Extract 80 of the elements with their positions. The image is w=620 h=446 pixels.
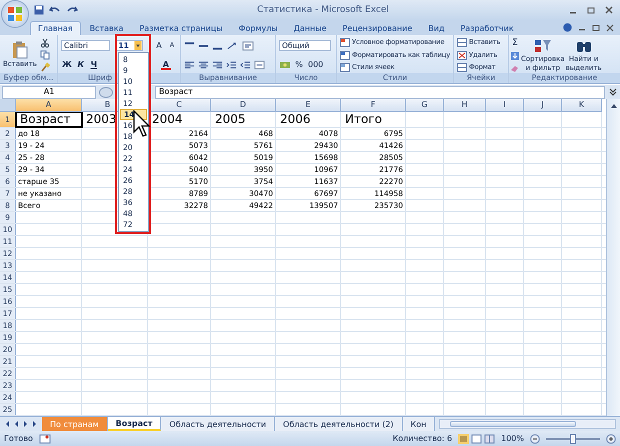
cells-icon bbox=[457, 38, 467, 47]
close-icon[interactable] bbox=[604, 6, 614, 14]
horizontal-scrollbar[interactable] bbox=[439, 419, 616, 429]
sum-button[interactable]: Σ bbox=[510, 38, 520, 48]
sheet-tab[interactable]: Область деятельности (2) bbox=[275, 417, 403, 431]
copy-icon[interactable] bbox=[40, 50, 50, 60]
table-cell: 2006 bbox=[280, 112, 311, 126]
delete-cells-icon bbox=[457, 50, 467, 60]
italic-button[interactable]: К bbox=[76, 59, 86, 70]
zoom-text: 100% bbox=[501, 434, 524, 443]
zoom-in-icon[interactable] bbox=[606, 434, 616, 444]
align-icon[interactable] bbox=[198, 60, 209, 70]
thousands-button[interactable]: 000 bbox=[307, 59, 324, 70]
text-orientation-icon[interactable] bbox=[226, 40, 239, 50]
page-break-icon[interactable] bbox=[484, 434, 496, 444]
restore-icon[interactable] bbox=[592, 24, 600, 32]
zoom-out-icon[interactable] bbox=[530, 434, 540, 444]
indent-icon[interactable] bbox=[226, 60, 237, 70]
table-cell: 2004 bbox=[152, 112, 183, 126]
column-header[interactable]: K bbox=[562, 99, 602, 112]
sheet-tab[interactable]: Кон bbox=[402, 417, 436, 431]
sort-filter-icon bbox=[534, 38, 552, 54]
cells-icon bbox=[457, 63, 467, 72]
table-format-icon bbox=[340, 63, 350, 72]
font-color-button[interactable]: A bbox=[160, 59, 171, 70]
table-cell: 2003 bbox=[86, 112, 117, 126]
clipboard-icon bbox=[12, 41, 28, 60]
column-header[interactable]: D bbox=[211, 99, 276, 112]
formula-field[interactable]: Возраст bbox=[155, 86, 605, 98]
column-header[interactable]: E bbox=[276, 99, 341, 112]
ribbon-tab[interactable]: Вставка bbox=[82, 22, 130, 35]
table-cell: Возраст bbox=[20, 112, 71, 126]
close-icon[interactable] bbox=[606, 24, 614, 32]
ribbon-tab[interactable]: Данные bbox=[286, 22, 334, 35]
scrollbar-thumb[interactable] bbox=[450, 421, 576, 427]
vertical-scrollbar[interactable] bbox=[606, 99, 620, 416]
align-icon[interactable] bbox=[212, 60, 223, 70]
scroll-up-icon[interactable] bbox=[610, 103, 618, 109]
sheet-tab[interactable]: Область деятельности bbox=[161, 417, 276, 431]
brush-icon[interactable] bbox=[40, 62, 50, 72]
office-logo-icon bbox=[8, 7, 22, 21]
column-header[interactable]: I bbox=[486, 99, 524, 112]
fill-icon[interactable] bbox=[510, 50, 520, 60]
slider-thumb[interactable] bbox=[570, 434, 576, 444]
align-icon[interactable] bbox=[184, 60, 195, 70]
window-title: Статистика - Microsoft Excel bbox=[257, 5, 389, 15]
ribbon-tab[interactable]: Главная bbox=[30, 21, 81, 35]
expand-icon[interactable] bbox=[608, 86, 618, 98]
status-text: Готово bbox=[4, 434, 33, 443]
ribbon-tab[interactable]: Разметка страницы bbox=[132, 22, 230, 35]
save-icon[interactable] bbox=[34, 5, 44, 15]
normal-view-icon[interactable] bbox=[458, 434, 470, 444]
merge-cells-icon[interactable] bbox=[254, 60, 265, 70]
column-header[interactable]: J bbox=[524, 99, 562, 112]
column-header[interactable]: H bbox=[444, 99, 486, 112]
table-cell: Итого bbox=[345, 112, 382, 126]
column-header[interactable]: G bbox=[406, 99, 444, 112]
table-cell: 2005 bbox=[215, 112, 246, 126]
page-layout-icon[interactable] bbox=[471, 434, 482, 444]
table-format-icon bbox=[340, 38, 350, 47]
ribbon-tab[interactable]: Рецензирование bbox=[336, 22, 420, 35]
underline-button[interactable]: Ч bbox=[88, 59, 99, 70]
name-box[interactable]: A1 bbox=[2, 86, 96, 98]
macro-record-icon[interactable] bbox=[38, 434, 51, 444]
count-text: Количество: 6 bbox=[392, 434, 452, 443]
scissors-icon[interactable] bbox=[40, 38, 50, 48]
percent-button[interactable]: % bbox=[294, 59, 304, 70]
table-format-icon bbox=[340, 50, 350, 60]
column-header[interactable]: F bbox=[341, 99, 406, 112]
column-header[interactable]: C bbox=[148, 99, 211, 112]
office-button[interactable] bbox=[2, 1, 28, 27]
indent-icon[interactable] bbox=[240, 60, 251, 70]
column-header[interactable]: A bbox=[16, 99, 82, 112]
sheet-tab[interactable]: Возраст bbox=[108, 417, 162, 431]
ribbon-tab[interactable]: Вид bbox=[421, 22, 452, 35]
bold-button[interactable]: Ж bbox=[61, 59, 73, 70]
ribbon-tab[interactable]: Разработчик bbox=[453, 22, 521, 35]
ribbon-tab[interactable]: Формулы bbox=[232, 22, 285, 35]
grow-font-button[interactable]: A bbox=[154, 40, 164, 51]
wrap-text-icon[interactable] bbox=[242, 40, 254, 50]
